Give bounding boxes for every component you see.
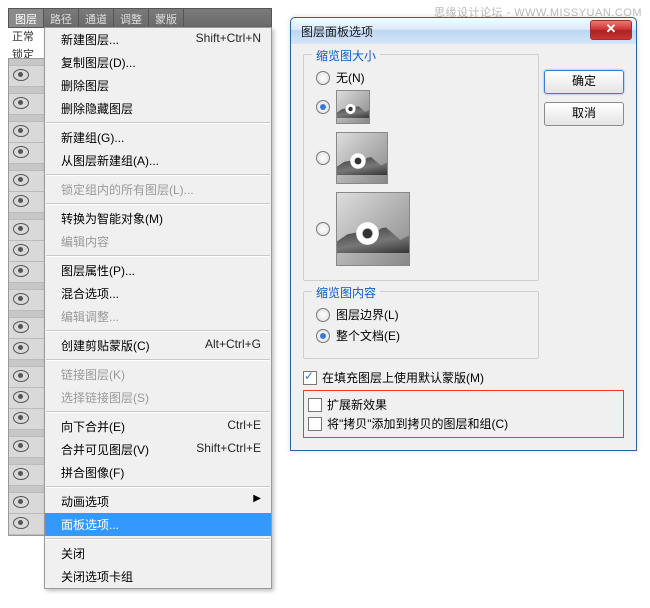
- menu-create-clipping-mask[interactable]: 创建剪贴蒙版(C)Alt+Ctrl+G: [45, 334, 271, 357]
- checkbox-add-copy-label: 将"拷贝"添加到拷贝的图层和组(C): [327, 415, 508, 432]
- menu-flatten[interactable]: 拼合图像(F): [45, 461, 271, 484]
- panel-options-dialog: 图层面板选项 ✕ 确定 取消 缩览图大小 无(N): [290, 17, 637, 451]
- tab-adjust[interactable]: 调整: [114, 9, 149, 27]
- cancel-button[interactable]: 取消: [544, 102, 624, 126]
- menu-merge-down[interactable]: 向下合并(E)Ctrl+E: [45, 415, 271, 438]
- visibility-icon[interactable]: [13, 517, 27, 527]
- tab-paths[interactable]: 路径: [44, 9, 79, 27]
- visibility-icon[interactable]: [13, 69, 27, 79]
- menu-close[interactable]: 关闭: [45, 542, 271, 565]
- menu-delete-layer[interactable]: 删除图层: [45, 74, 271, 97]
- visibility-icon[interactable]: [13, 125, 27, 135]
- menu-new-layer[interactable]: 新建图层...Shift+Ctrl+N: [45, 28, 271, 51]
- visibility-icon[interactable]: [13, 468, 27, 478]
- visibility-icon[interactable]: [13, 370, 27, 380]
- menu-convert-smart-object[interactable]: 转换为智能对象(M): [45, 207, 271, 230]
- checkbox-expand-effects-label: 扩展新效果: [327, 396, 387, 413]
- menu-panel-options[interactable]: 面板选项...: [45, 513, 271, 536]
- visibility-icon[interactable]: [13, 293, 27, 303]
- visibility-icon[interactable]: [13, 174, 27, 184]
- panel-tabs: 图层 路径 通道 调整 蒙版: [8, 8, 272, 28]
- blend-mode-label: 正常: [12, 28, 34, 44]
- menu-edit-contents: 编辑内容: [45, 230, 271, 253]
- radio-size-small[interactable]: [316, 100, 330, 114]
- menu-close-tab-group[interactable]: 关闭选项卡组: [45, 565, 271, 588]
- close-button[interactable]: ✕: [590, 20, 632, 40]
- menu-new-group-from[interactable]: 从图层新建组(A)...: [45, 149, 271, 172]
- menu-select-linked: 选择链接图层(S): [45, 386, 271, 409]
- tab-layers[interactable]: 图层: [9, 9, 44, 27]
- visibility-icon[interactable]: [13, 223, 27, 233]
- visibility-icon[interactable]: [13, 342, 27, 352]
- checkbox-default-mask[interactable]: [303, 371, 317, 385]
- thumb-preview-large: [336, 192, 410, 266]
- menu-animation-options[interactable]: 动画选项▶: [45, 490, 271, 513]
- visibility-icon[interactable]: [13, 146, 27, 156]
- thumbnail-size-legend: 缩览图大小: [312, 47, 380, 64]
- visibility-icon[interactable]: [13, 412, 27, 422]
- radio-entire-document[interactable]: [316, 329, 330, 343]
- menu-layer-properties[interactable]: 图层属性(P)...: [45, 259, 271, 282]
- radio-layer-bounds[interactable]: [316, 308, 330, 322]
- layers-panel-menu: 新建图层...Shift+Ctrl+N 复制图层(D)... 删除图层 删除隐藏…: [44, 27, 272, 589]
- checkbox-add-copy[interactable]: [308, 417, 322, 431]
- checkbox-default-mask-label: 在填充图层上使用默认蒙版(M): [322, 369, 484, 386]
- dialog-titlebar[interactable]: 图层面板选项 ✕: [291, 18, 636, 44]
- menu-lock-all-in-group: 锁定组内的所有图层(L)...: [45, 178, 271, 201]
- visibility-icon[interactable]: [13, 391, 27, 401]
- visibility-icon[interactable]: [13, 97, 27, 107]
- tab-channels[interactable]: 通道: [79, 9, 114, 27]
- menu-new-group[interactable]: 新建组(G)...: [45, 126, 271, 149]
- menu-merge-visible[interactable]: 合并可见图层(V)Shift+Ctrl+E: [45, 438, 271, 461]
- visibility-icon[interactable]: [13, 195, 27, 205]
- radio-size-large[interactable]: [316, 222, 330, 236]
- thumb-preview-small: [336, 90, 370, 124]
- radio-size-medium[interactable]: [316, 151, 330, 165]
- radio-entire-document-label: 整个文档(E): [336, 327, 400, 344]
- thumbnail-size-group: 缩览图大小 无(N): [303, 54, 539, 281]
- menu-blending-options[interactable]: 混合选项...: [45, 282, 271, 305]
- radio-none-label: 无(N): [336, 69, 365, 86]
- radio-layer-bounds-label: 图层边界(L): [336, 306, 399, 323]
- radio-none[interactable]: [316, 71, 330, 85]
- dialog-title: 图层面板选项: [301, 23, 373, 40]
- thumbnail-content-legend: 缩览图内容: [312, 284, 380, 301]
- layers-panel-strip: [8, 58, 46, 536]
- visibility-icon[interactable]: [13, 440, 27, 450]
- menu-delete-hidden[interactable]: 删除隐藏图层: [45, 97, 271, 120]
- checkbox-expand-effects[interactable]: [308, 398, 322, 412]
- ok-button[interactable]: 确定: [544, 70, 624, 94]
- visibility-icon[interactable]: [13, 496, 27, 506]
- visibility-icon[interactable]: [13, 244, 27, 254]
- thumb-preview-medium: [336, 132, 388, 184]
- thumbnail-content-group: 缩览图内容 图层边界(L) 整个文档(E): [303, 291, 539, 359]
- menu-edit-adjustment: 编辑调整...: [45, 305, 271, 328]
- tab-masks[interactable]: 蒙版: [149, 9, 184, 27]
- visibility-icon[interactable]: [13, 321, 27, 331]
- menu-link-layers: 链接图层(K): [45, 363, 271, 386]
- highlighted-options: 扩展新效果 将"拷贝"添加到拷贝的图层和组(C): [303, 390, 624, 438]
- visibility-icon[interactable]: [13, 265, 27, 275]
- menu-duplicate-layer[interactable]: 复制图层(D)...: [45, 51, 271, 74]
